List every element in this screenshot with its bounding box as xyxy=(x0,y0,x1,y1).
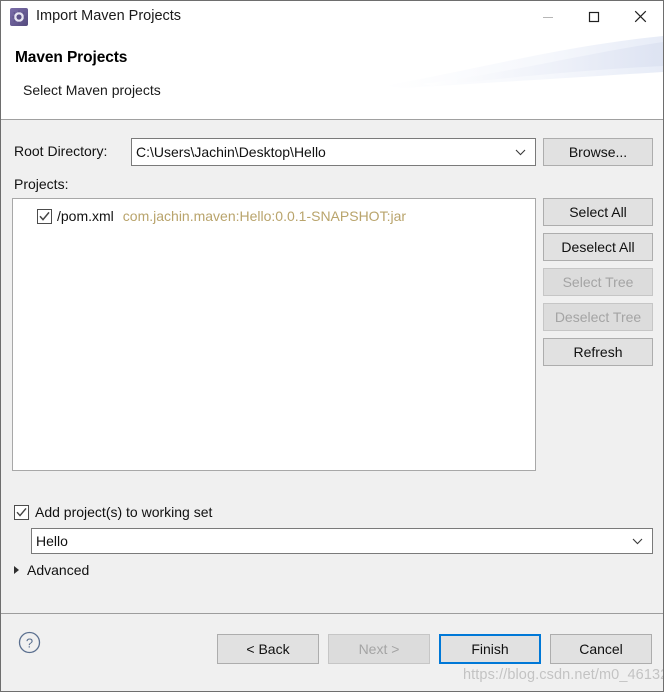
root-directory-value: C:\Users\Jachin\Desktop\Hello xyxy=(136,144,326,160)
list-action-buttons: Select All Deselect All Select Tree Dese… xyxy=(543,198,653,373)
finish-button[interactable]: Finish xyxy=(439,634,541,664)
cancel-button[interactable]: Cancel xyxy=(550,634,652,664)
deselect-tree-button: Deselect Tree xyxy=(543,303,653,331)
title-bar[interactable]: Import Maven Projects xyxy=(1,1,663,32)
working-set-checkbox-row[interactable]: Add project(s) to working set xyxy=(14,503,212,521)
banner-swoosh-graphic xyxy=(383,36,663,88)
advanced-expander[interactable]: Advanced xyxy=(14,560,89,580)
chevron-right-icon xyxy=(14,566,19,574)
working-set-checkbox[interactable] xyxy=(14,504,29,520)
next-button: Next > xyxy=(328,634,430,664)
page-subtitle: Select Maven projects xyxy=(23,82,161,98)
browse-button[interactable]: Browse... xyxy=(543,138,653,166)
root-directory-combo[interactable]: C:\Users\Jachin\Desktop\Hello xyxy=(131,138,536,166)
projects-label: Projects: xyxy=(14,176,69,192)
chevron-down-icon xyxy=(515,143,526,161)
wizard-buttons: < Back Next > Finish Cancel xyxy=(217,634,652,664)
working-set-label: Add project(s) to working set xyxy=(35,504,213,520)
select-all-button[interactable]: Select All xyxy=(543,198,653,226)
window-controls xyxy=(525,1,663,32)
dialog-footer: ? < Back Next > Finish Cancel xyxy=(1,613,663,691)
maximize-button[interactable] xyxy=(571,1,617,32)
refresh-button[interactable]: Refresh xyxy=(543,338,653,366)
wizard-header: Maven Projects Select Maven projects xyxy=(1,32,663,120)
project-path: /pom.xml xyxy=(57,208,114,224)
import-maven-projects-dialog: Import Maven Projects Maven Projects Sel… xyxy=(0,0,664,692)
deselect-all-button[interactable]: Deselect All xyxy=(543,233,653,261)
dialog-body: Root Directory: C:\Users\Jachin\Desktop\… xyxy=(1,120,663,613)
project-checkbox[interactable] xyxy=(37,208,52,224)
chevron-down-icon xyxy=(632,532,643,550)
root-directory-label: Root Directory: xyxy=(14,143,108,159)
checkmark-icon xyxy=(16,507,27,517)
list-item[interactable]: /pom.xml com.jachin.maven:Hello:0.0.1-SN… xyxy=(13,205,535,227)
projects-listbox[interactable]: /pom.xml com.jachin.maven:Hello:0.0.1-SN… xyxy=(12,198,536,471)
working-set-value: Hello xyxy=(36,533,68,549)
close-button[interactable] xyxy=(617,1,663,32)
minimize-button[interactable] xyxy=(525,1,571,32)
working-set-combo[interactable]: Hello xyxy=(31,528,653,554)
help-icon[interactable]: ? xyxy=(18,631,41,659)
checkmark-icon xyxy=(39,211,50,221)
project-coordinates: com.jachin.maven:Hello:0.0.1-SNAPSHOT:ja… xyxy=(122,208,407,224)
window-title: Import Maven Projects xyxy=(36,8,182,25)
maven-cog-icon xyxy=(10,7,28,26)
svg-text:?: ? xyxy=(26,636,33,651)
minimize-icon xyxy=(543,16,553,18)
advanced-label: Advanced xyxy=(27,562,90,578)
select-tree-button: Select Tree xyxy=(543,268,653,296)
maximize-icon xyxy=(588,11,600,22)
root-directory-row: Root Directory: C:\Users\Jachin\Desktop\… xyxy=(1,138,663,166)
back-button[interactable]: < Back xyxy=(217,634,319,664)
close-icon xyxy=(634,10,646,23)
page-title: Maven Projects xyxy=(15,49,128,66)
